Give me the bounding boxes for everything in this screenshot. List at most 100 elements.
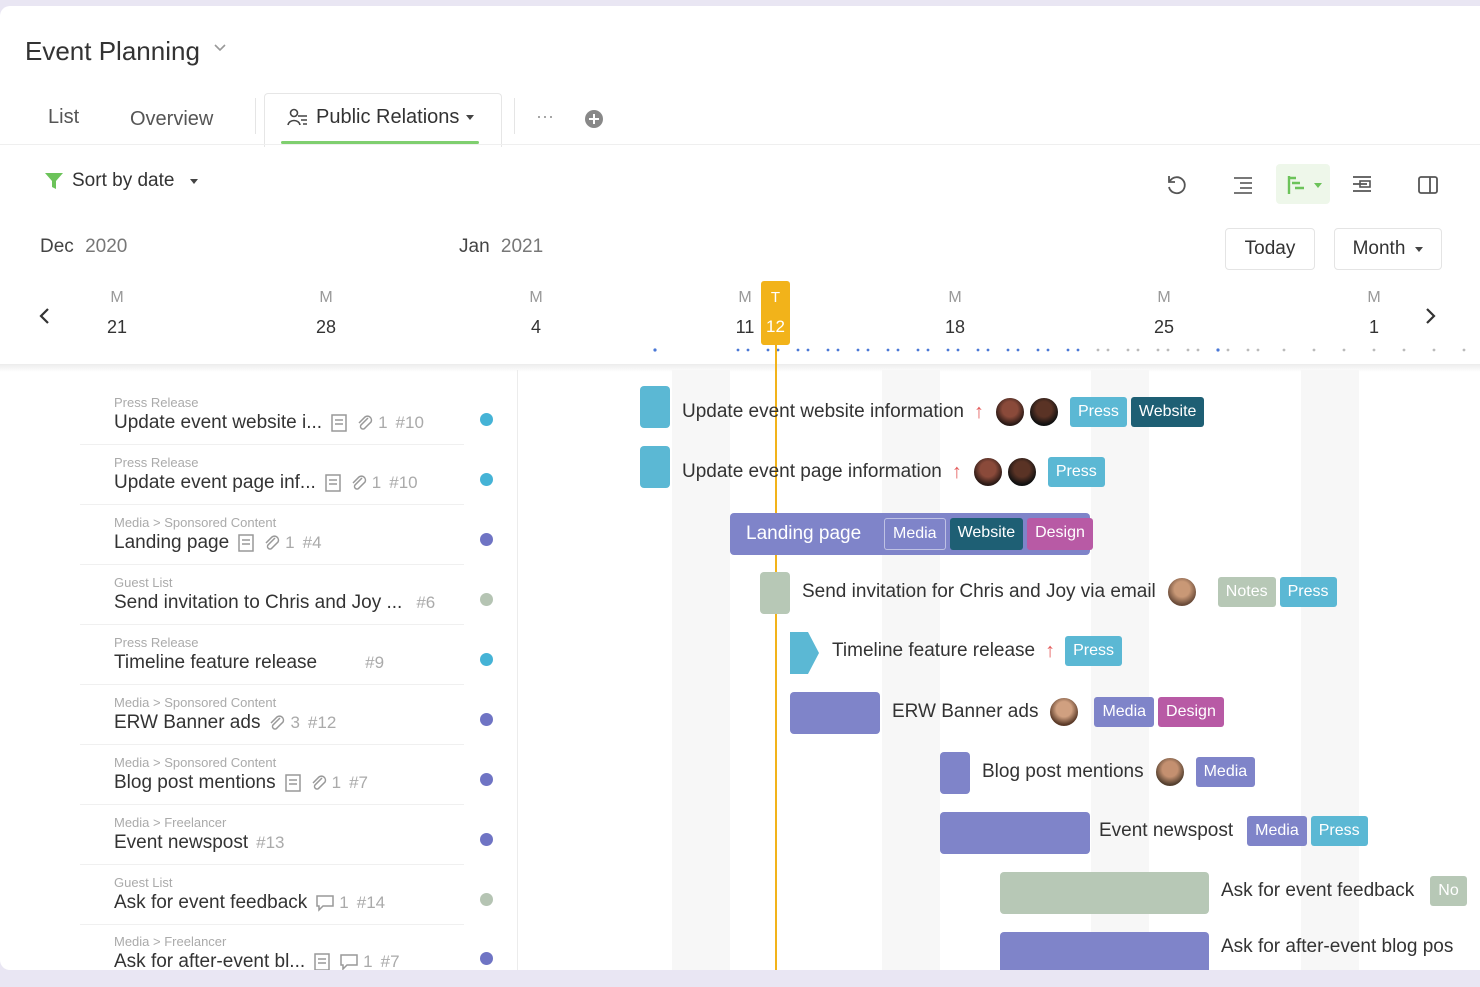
task-breadcrumb: Press Release: [114, 635, 199, 650]
task-row[interactable]: Press Release Update event page inf... 1…: [114, 455, 418, 494]
task-row[interactable]: Press Release Timeline feature release #…: [114, 635, 384, 674]
list-indent-icon[interactable]: [1228, 170, 1258, 200]
tag-website: Website: [1130, 397, 1205, 427]
tab-overview[interactable]: Overview: [130, 108, 213, 131]
caret-down-icon: [190, 178, 199, 184]
task-row[interactable]: Media > Sponsored Content Blog post ment…: [114, 755, 368, 794]
month-year: 2021: [500, 236, 544, 257]
chevron-right-icon[interactable]: [1420, 304, 1440, 328]
gantt-icon[interactable]: [1284, 170, 1324, 200]
avatar: [971, 456, 1004, 488]
task-row[interactable]: Media > Sponsored Content Landing page 1…: [114, 515, 322, 554]
task-bar-label: ERW Banner ads Media Design: [892, 696, 1224, 728]
milestone-bar[interactable]: [790, 632, 820, 674]
task-row[interactable]: Media > Freelancer Event newspost #13: [114, 815, 285, 854]
add-tab-icon[interactable]: [584, 109, 604, 129]
task-row[interactable]: Guest List Ask for event feedback 1 #14: [114, 875, 385, 914]
status-dot: [480, 653, 493, 666]
status-dot: [480, 413, 493, 426]
task-bar[interactable]: [640, 386, 670, 428]
tag-media: Media: [1247, 816, 1307, 846]
task-row[interactable]: Media > Sponsored Content ERW Banner ads…: [114, 695, 336, 734]
day-number: 18: [944, 317, 966, 337]
day-number: 11: [735, 317, 755, 337]
tag-press: Press: [1310, 816, 1368, 846]
task-bar-label: Event newspost Media Press: [1099, 816, 1368, 846]
day-number: 1: [1368, 317, 1379, 337]
attachment-count: 3: [290, 713, 300, 732]
sort-by-date-button[interactable]: Sort by date: [44, 170, 199, 192]
task-breadcrumb: Media > Freelancer: [114, 815, 227, 830]
task-bar-title: Send invitation for Chris and Joy via em…: [802, 581, 1156, 602]
task-bar[interactable]: [1000, 932, 1209, 970]
tag-design: Design: [1158, 697, 1224, 727]
avatar: [994, 396, 1026, 428]
status-dot: [480, 593, 493, 606]
app-window: Event Planning List Overview Public Rela…: [0, 6, 1480, 970]
month-label-jan: Jan 2021: [459, 236, 543, 258]
task-bar-label: Ask for after-event blog pos: [1221, 936, 1480, 958]
tab-public-relations[interactable]: Public Relations: [287, 106, 475, 129]
filter-icon: [45, 173, 63, 189]
row-divider: [80, 684, 464, 685]
row-divider: [80, 564, 464, 565]
day-letter: M: [319, 289, 333, 306]
tab-public-relations-label: Public Relations: [316, 106, 460, 128]
sort-label: Sort by date: [72, 170, 175, 191]
day-number: 21: [106, 317, 128, 337]
day-letter: M: [1157, 289, 1171, 306]
today-button[interactable]: Today: [1225, 228, 1315, 270]
task-row[interactable]: Guest List Send invitation to Chris and …: [114, 575, 435, 614]
month-view-label: Month: [1352, 238, 1406, 259]
row-divider: [80, 804, 464, 805]
task-bar-tags: Media Website Design: [884, 518, 1093, 550]
row-divider: [80, 864, 464, 865]
task-bar-title: Timeline feature release: [832, 640, 1036, 661]
tab-divider: [255, 98, 256, 134]
task-bar[interactable]: [940, 812, 1090, 854]
task-bar[interactable]: [940, 752, 970, 794]
month-name: Jan: [459, 236, 490, 257]
task-row[interactable]: Media > Freelancer Ask for after-event b…: [114, 934, 400, 970]
tab-list[interactable]: List: [48, 106, 79, 129]
attachment-icon: [312, 775, 326, 790]
row-divider: [80, 444, 464, 445]
description-icon: [238, 534, 254, 552]
priority-arrow-icon: ↑: [1045, 639, 1056, 662]
chevron-down-icon[interactable]: [214, 42, 226, 54]
chevron-left-icon[interactable]: [35, 304, 55, 328]
task-id: #14: [356, 893, 386, 912]
task-row[interactable]: Press Release Update event website i... …: [114, 395, 424, 434]
tab-divider: [514, 98, 515, 134]
attachment-count: 1: [371, 473, 382, 492]
task-bar[interactable]: [640, 446, 670, 488]
task-id: #13: [256, 833, 285, 852]
more-tabs-icon[interactable]: ···: [536, 106, 554, 127]
row-divider: [80, 744, 464, 745]
day-number: 28: [315, 317, 337, 337]
header-shadow: [0, 364, 1480, 372]
attachment-count: 1: [331, 773, 342, 792]
today-day-number: 12: [766, 317, 785, 336]
task-breadcrumb: Guest List: [114, 575, 173, 590]
task-bar[interactable]: [790, 692, 880, 734]
side-panel-icon[interactable]: [1413, 170, 1443, 200]
undo-icon[interactable]: [1162, 170, 1192, 200]
task-breadcrumb: Media > Sponsored Content: [114, 695, 277, 710]
task-id: #9: [365, 653, 385, 672]
tag-press: Press: [1065, 636, 1123, 666]
tag-media: Media: [1094, 697, 1155, 727]
task-bar[interactable]: [1000, 872, 1209, 914]
align-icon[interactable]: [1347, 170, 1377, 200]
attachment-icon: [358, 415, 373, 430]
task-bar-title: Ask for after-event blog pos: [1221, 936, 1454, 957]
task-bar-label: Timeline feature release ↑ Press: [832, 636, 1123, 666]
priority-arrow-icon: ↑: [974, 400, 984, 423]
row-divider: [80, 924, 464, 925]
task-bar-label: Update event page information ↑ Press: [682, 456, 1105, 488]
status-dot: [480, 713, 493, 726]
project-title[interactable]: Event Planning: [25, 36, 200, 67]
task-bar[interactable]: [760, 572, 790, 614]
day-letter: M: [738, 289, 752, 306]
month-view-select[interactable]: Month: [1334, 228, 1442, 270]
